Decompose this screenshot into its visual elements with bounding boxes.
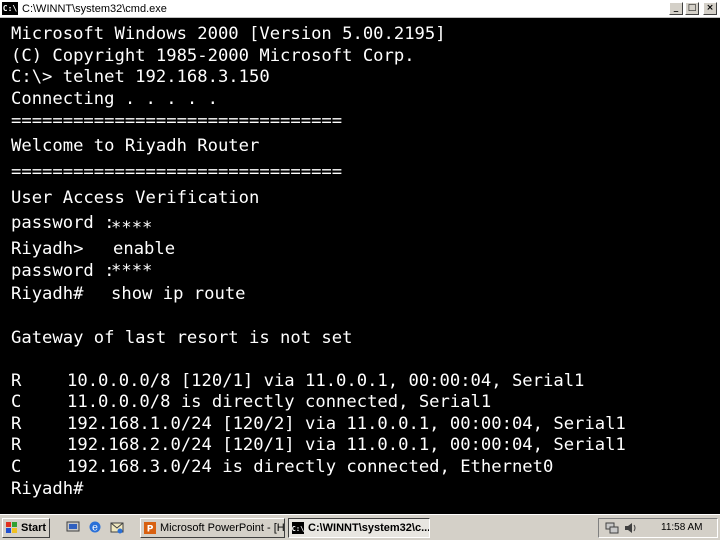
password-mask: **** — [111, 261, 153, 281]
start-button[interactable]: Start — [2, 518, 50, 538]
window-title: C:\WINNT\system32\cmd.exe — [22, 3, 167, 15]
route-entry: 192.168.1.0/24 [120/2] via 11.0.0.1, 00:… — [67, 414, 626, 434]
console-output[interactable]: Microsoft Windows 2000 [Version 5.00.219… — [0, 18, 720, 514]
route-code: R — [11, 435, 22, 455]
password-label: password : — [11, 261, 115, 281]
console-line: ================================ — [11, 111, 343, 131]
svg-text:e: e — [92, 523, 98, 534]
route-code: C — [11, 392, 22, 412]
console-line: ================================ — [11, 162, 343, 182]
taskbar-button-label: C:\WINNT\system32\c... — [308, 522, 430, 534]
command-text: enable — [113, 239, 176, 259]
password-label: password : — [11, 213, 115, 233]
route-entry: 192.168.2.0/24 [120/1] via 11.0.0.1, 00:… — [67, 435, 626, 455]
console-line: (C) Copyright 1985-2000 Microsoft Corp. — [11, 46, 415, 66]
show-desktop-icon[interactable] — [66, 520, 80, 534]
route-code: R — [11, 414, 22, 434]
password-mask: **** — [111, 218, 153, 238]
start-label: Start — [21, 522, 47, 534]
console-line: C:\> telnet 192.168.3.150 — [11, 67, 270, 87]
console-line: Welcome to Riyadh Router — [11, 136, 260, 156]
taskbar-button-cmd[interactable]: C:\ C:\WINNT\system32\c... — [288, 518, 430, 538]
svg-text:C:\: C:\ — [292, 525, 304, 533]
console-line: User Access Verification — [11, 188, 260, 208]
taskbar-button-powerpoint[interactable]: P Microsoft PowerPoint - [H... — [140, 518, 285, 538]
router-prompt: Riyadh> — [11, 239, 84, 259]
powerpoint-icon: P — [144, 522, 156, 534]
close-button[interactable]: × — [703, 2, 717, 15]
command-text: show ip route — [111, 284, 246, 304]
network-icon[interactable] — [605, 522, 619, 534]
internet-explorer-icon[interactable]: e — [88, 520, 102, 534]
gateway-line: Gateway of last resort is not set — [11, 328, 353, 348]
maximize-button[interactable]: □ — [685, 2, 699, 15]
taskbar-button-label: Microsoft PowerPoint - [H... — [160, 522, 285, 534]
clock[interactable]: 11:58 AM — [661, 519, 703, 537]
route-entry: 11.0.0.0/8 is directly connected, Serial… — [67, 392, 492, 412]
minimize-button[interactable]: _ — [669, 2, 683, 15]
outlook-express-icon[interactable] — [110, 520, 124, 534]
route-code: C — [11, 457, 22, 477]
route-entry: 10.0.0.0/8 [120/1] via 11.0.0.1, 00:00:0… — [67, 371, 585, 391]
svg-text:P: P — [147, 525, 154, 535]
cmd-window-icon[interactable]: C:\ — [2, 2, 18, 15]
cmd-icon: C:\ — [292, 522, 304, 534]
console-line: Microsoft Windows 2000 [Version 5.00.219… — [11, 24, 446, 44]
title-bar[interactable]: C:\ C:\WINNT\system32\cmd.exe _ □ × — [0, 0, 720, 18]
volume-icon[interactable] — [623, 522, 637, 534]
route-entry: 192.168.3.0/24 is directly connected, Et… — [67, 457, 554, 477]
router-prompt: Riyadh# — [11, 284, 84, 304]
console-line: Connecting . . . . . — [11, 89, 218, 109]
system-tray: 11:58 AM — [598, 518, 718, 538]
final-prompt: Riyadh# — [11, 479, 84, 499]
route-code: R — [11, 371, 22, 391]
windows-logo-icon — [6, 522, 17, 533]
taskbar: Start e P Microsoft PowerPoint - [H... C… — [0, 514, 720, 540]
